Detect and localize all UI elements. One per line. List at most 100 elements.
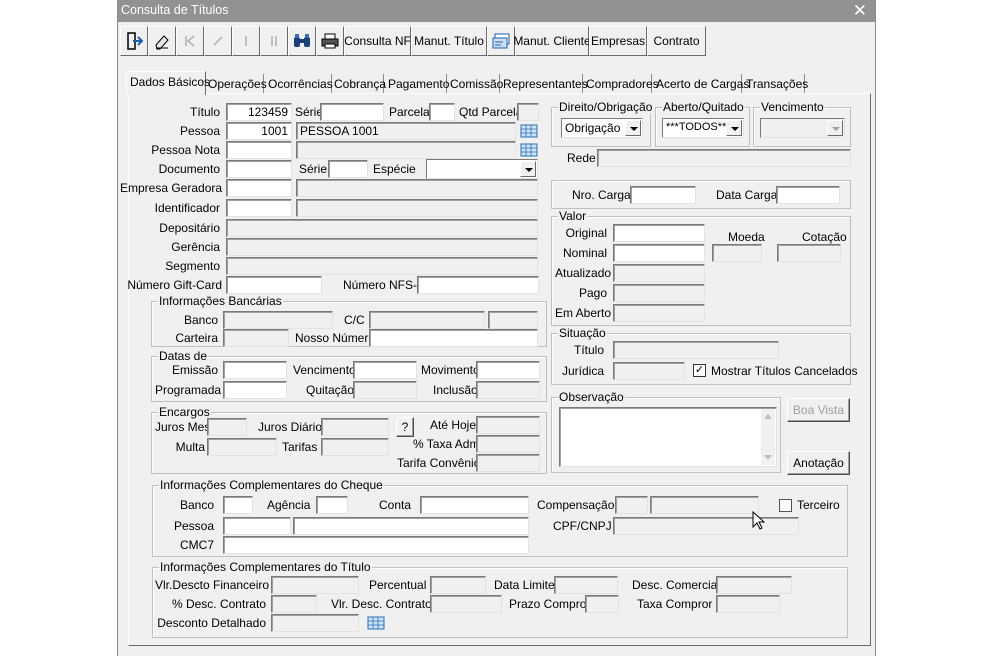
nro-carga-field[interactable] (630, 186, 696, 204)
print-button[interactable] (316, 26, 344, 56)
emissao-field[interactable] (223, 361, 287, 379)
data-carga-field[interactable] (776, 186, 840, 204)
manut-titulo-button[interactable]: Manut. Título (411, 26, 487, 56)
aberto-select[interactable]: ***TODOS*** (662, 118, 744, 138)
doc-serie-field[interactable] (328, 160, 368, 178)
serie-field[interactable] (320, 103, 384, 121)
titulo-label: Título (189, 105, 220, 119)
cheque-pessoa-code-field[interactable] (223, 517, 291, 535)
gift-card-field[interactable] (226, 276, 322, 294)
juridica-field (613, 362, 685, 380)
chevron-down-icon[interactable] (625, 120, 641, 136)
tab-compradores[interactable]: Compradores (586, 74, 659, 94)
data-carga-label: Data Carga (716, 188, 778, 202)
especie-select[interactable] (426, 159, 538, 179)
taxa-adm-field (476, 435, 540, 453)
tab-transacoes[interactable]: Transações (746, 74, 808, 94)
empresa-geradora-code-field[interactable] (226, 179, 292, 197)
chevron-down-icon[interactable] (726, 120, 742, 136)
cheque-agencia-field[interactable] (316, 496, 348, 514)
documento-field[interactable] (226, 160, 292, 178)
anotacao-button[interactable]: Anotação (787, 451, 850, 475)
cheque-banco-field[interactable] (223, 496, 253, 514)
lookup-grid-icon[interactable] (367, 615, 385, 631)
mostrar-cancelados-checkbox[interactable]: ✓ (693, 364, 706, 377)
contrato-button[interactable]: Contrato (647, 26, 706, 56)
desconto-detalhado-label: Desconto Detalhado (157, 616, 266, 630)
taxa-compror-label: Taxa Compror (637, 597, 713, 611)
terceiro-label: Terceiro (797, 498, 840, 512)
pessoa-nota-code-field[interactable] (226, 141, 292, 159)
card-button[interactable] (487, 26, 515, 56)
cheque-pessoa-name-field[interactable] (293, 517, 529, 535)
empresas-button[interactable]: Empresas (589, 26, 647, 56)
depositario-label: Depositário (159, 221, 220, 235)
nfse-field[interactable] (417, 276, 539, 294)
tab-pagamento[interactable]: Pagamento (388, 74, 449, 94)
observacao-scrollbar[interactable] (761, 409, 775, 465)
depositario-field (226, 219, 538, 237)
em-aberto-field (613, 304, 705, 322)
tab-dados-basicos[interactable]: Dados Básicos (126, 71, 210, 95)
nosso-numero-label: Nosso Número (295, 331, 376, 345)
nominal-label: Nominal (562, 246, 607, 260)
chevron-down-icon (827, 120, 843, 136)
pessoa-label: Pessoa (179, 124, 220, 138)
tab-acerto-de-cargas[interactable]: Acerto de Cargas (656, 74, 749, 94)
banco-label: Banco (183, 313, 218, 327)
tab-ocorrencias[interactable]: Ocorrências (268, 74, 333, 94)
vencimento-group-legend: Vencimento (760, 100, 825, 114)
tab-representantes[interactable]: Representantes (503, 74, 588, 94)
tab-operacoes[interactable]: Operações (208, 74, 267, 94)
exit-button[interactable] (120, 26, 148, 56)
segmento-label: Segmento (165, 259, 220, 273)
scroll-up-icon[interactable] (764, 414, 772, 419)
empresa-geradora-label: Empresa Geradora (120, 181, 223, 195)
first-record-button[interactable] (176, 26, 204, 56)
rede-label: Rede (567, 151, 596, 165)
bar-button[interactable] (232, 26, 260, 56)
vencimento-field[interactable] (353, 361, 417, 379)
pessoa-code-field[interactable]: 1001 (226, 122, 292, 140)
search-button[interactable] (288, 26, 316, 56)
original-field[interactable] (613, 224, 705, 242)
cc-field (369, 311, 485, 329)
datas-legend: Datas de (158, 349, 209, 363)
pago-field (613, 284, 705, 302)
terceiro-checkbox[interactable] (779, 499, 792, 512)
cmc7-field[interactable] (223, 536, 529, 554)
desconto-detalhado-field (271, 614, 359, 632)
consulta-nf-button[interactable]: Consulta NF (344, 26, 411, 56)
confirm-button[interactable] (204, 26, 232, 56)
first-record-icon (185, 35, 195, 47)
banco-field (223, 311, 333, 329)
percentual-field (430, 576, 486, 594)
pause-button[interactable] (260, 26, 288, 56)
clear-button[interactable] (148, 26, 176, 56)
multa-label: Multa (175, 440, 205, 454)
close-icon[interactable]: ✕ (853, 2, 867, 19)
data-limite-field (554, 576, 618, 594)
manut-cliente-button[interactable]: Manut. Cliente (513, 26, 591, 56)
titulo-field[interactable]: 123459 (226, 103, 292, 121)
scroll-down-icon[interactable] (764, 455, 772, 460)
boa-vista-button[interactable]: Boa Vista (787, 398, 850, 422)
direito-select[interactable]: Obrigação (561, 118, 643, 138)
nominal-field[interactable] (613, 244, 705, 262)
parcela-field[interactable] (429, 103, 455, 121)
tab-cobranca[interactable]: Cobrança (334, 74, 386, 94)
movimento-field[interactable] (476, 361, 540, 379)
programada-field[interactable] (223, 381, 287, 399)
chevron-down-icon[interactable] (520, 161, 536, 177)
situacao-legend: Situação (558, 326, 607, 340)
cheque-conta-field[interactable] (420, 496, 529, 514)
tab-comissao[interactable]: Comissão (450, 74, 503, 94)
identificador-code-field[interactable] (226, 199, 292, 217)
lookup-grid-icon[interactable] (520, 123, 538, 139)
nosso-numero-field[interactable] (369, 329, 538, 347)
observacao-textarea[interactable] (559, 407, 777, 467)
lookup-grid-icon[interactable] (520, 142, 538, 158)
help-button[interactable]: ? (396, 417, 414, 437)
juridica-label: Jurídica (561, 364, 604, 378)
aberto-value: ***TODOS*** (666, 121, 731, 133)
